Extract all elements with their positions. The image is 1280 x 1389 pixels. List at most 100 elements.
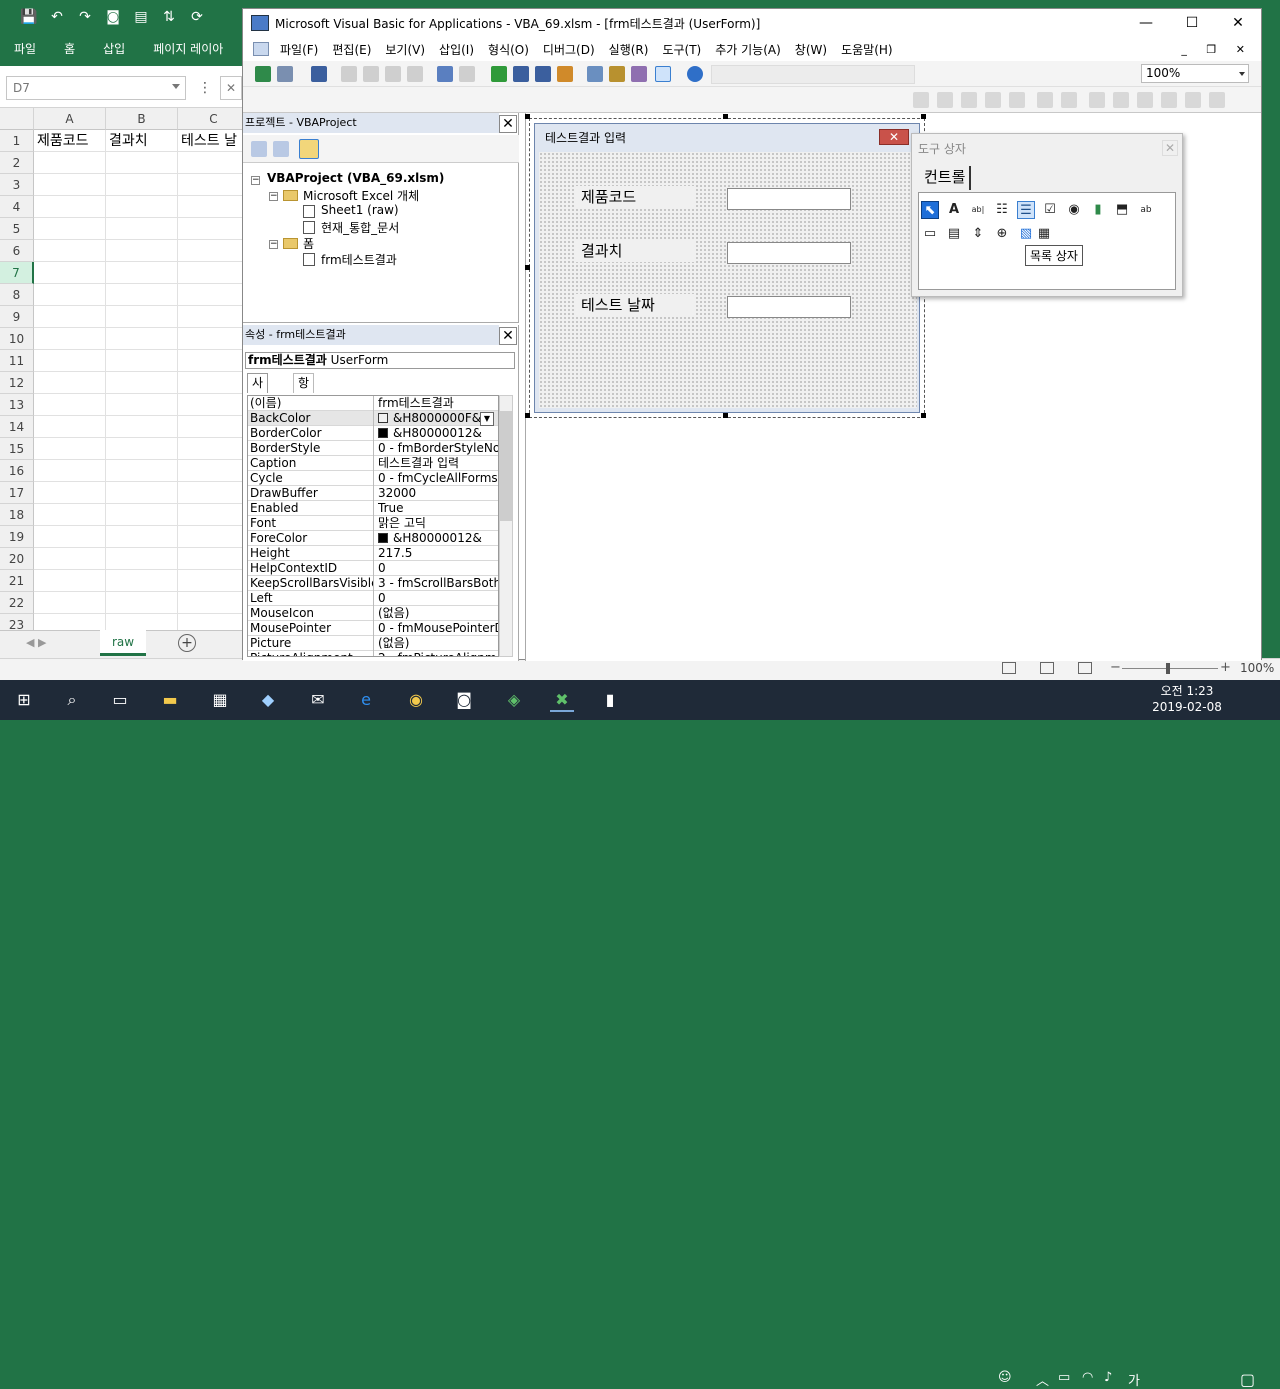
- cell[interactable]: [34, 438, 106, 460]
- project-explorer-close-button[interactable]: ✕: [499, 115, 517, 133]
- comment-icon[interactable]: [1161, 92, 1177, 108]
- menu-addins[interactable]: 추가 기능(A): [708, 41, 788, 58]
- select-all-corner[interactable]: [0, 108, 34, 130]
- resize-handle[interactable]: [525, 413, 530, 418]
- app-icon[interactable]: ◈: [502, 688, 526, 712]
- cell[interactable]: [106, 174, 178, 196]
- task-view-icon[interactable]: ▭: [108, 688, 132, 712]
- align-icon[interactable]: [1009, 92, 1025, 108]
- group-icon[interactable]: [961, 92, 977, 108]
- insert-userform-icon[interactable]: [277, 66, 293, 82]
- run-icon[interactable]: [491, 66, 507, 82]
- cell[interactable]: [106, 328, 178, 350]
- property-row[interactable]: MousePointer 0 - fmMousePointerDefault: [248, 621, 498, 636]
- zoom-slider-thumb[interactable]: [1166, 663, 1170, 674]
- normal-view-icon[interactable]: [1002, 662, 1016, 674]
- property-value[interactable]: &H80000012&: [378, 426, 498, 441]
- cell[interactable]: [106, 262, 178, 284]
- label-tool-icon[interactable]: A: [945, 201, 963, 219]
- windows-start-icon[interactable]: ⊞: [12, 688, 36, 712]
- bring-front-icon[interactable]: [913, 92, 929, 108]
- cell-a1[interactable]: 제품코드: [34, 130, 106, 152]
- excel-taskbar-icon[interactable]: ✖: [550, 688, 574, 712]
- save-icon[interactable]: 💾: [18, 9, 40, 25]
- cell[interactable]: [178, 416, 242, 438]
- camera-app-icon[interactable]: ◙: [452, 688, 476, 712]
- name-box-dropdown-icon[interactable]: [172, 84, 180, 89]
- cell[interactable]: [178, 350, 242, 372]
- toolbox-icon[interactable]: [655, 66, 671, 82]
- properties-scrollbar-thumb[interactable]: [500, 411, 512, 521]
- row-header[interactable]: 20: [0, 548, 34, 570]
- project-explorer-icon[interactable]: [587, 66, 603, 82]
- checkbox-tool-icon[interactable]: ☑: [1041, 201, 1059, 219]
- name-box[interactable]: D7: [6, 76, 186, 100]
- textbox-result[interactable]: [727, 242, 851, 264]
- cell[interactable]: [178, 284, 242, 306]
- property-row[interactable]: Picture (없음): [248, 636, 498, 651]
- cell[interactable]: [34, 482, 106, 504]
- userform-client-area[interactable]: 제품코드 결과치 테스트 날짜: [539, 152, 917, 408]
- cell[interactable]: [178, 570, 242, 592]
- cell[interactable]: [106, 482, 178, 504]
- menu-format[interactable]: 형식(O): [481, 41, 536, 58]
- tray-expand-icon[interactable]: ︿: [1036, 1370, 1049, 1389]
- resize-handle[interactable]: [921, 413, 926, 418]
- cell[interactable]: [34, 350, 106, 372]
- row-header[interactable]: 5: [0, 218, 34, 240]
- cell[interactable]: [34, 196, 106, 218]
- cell[interactable]: [34, 460, 106, 482]
- userform-close-button[interactable]: ✕: [879, 129, 909, 145]
- zoom-dropdown-icon[interactable]: [1239, 72, 1245, 76]
- tab-home[interactable]: 홈: [50, 40, 89, 57]
- property-dropdown-icon[interactable]: ▼: [480, 412, 494, 426]
- column-header-b[interactable]: B: [106, 108, 178, 130]
- cell[interactable]: [178, 394, 242, 416]
- property-value[interactable]: frm테스트결과: [378, 396, 498, 411]
- cell[interactable]: [178, 504, 242, 526]
- cell[interactable]: [178, 218, 242, 240]
- property-value[interactable]: 0 - fmBorderStyleNone: [378, 441, 498, 456]
- cell[interactable]: [106, 152, 178, 174]
- property-row[interactable]: DrawBuffer 32000: [248, 486, 498, 501]
- cell[interactable]: [106, 196, 178, 218]
- toolbar-combo[interactable]: [711, 65, 915, 84]
- cell[interactable]: [178, 592, 242, 614]
- property-row[interactable]: Left 0: [248, 591, 498, 606]
- tree-vbaproject[interactable]: VBAProject (VBA_69.xlsm): [267, 171, 444, 185]
- cell[interactable]: [34, 218, 106, 240]
- label-result[interactable]: 결과치: [575, 240, 695, 262]
- reset-icon[interactable]: [535, 66, 551, 82]
- property-row[interactable]: MouseIcon (없음): [248, 606, 498, 621]
- cell-c1[interactable]: 테스트 날: [178, 130, 242, 152]
- frame-tool-icon[interactable]: ⬒: [1113, 201, 1131, 219]
- property-value[interactable]: 0: [378, 561, 498, 576]
- cell[interactable]: [34, 372, 106, 394]
- tree-excel-objects[interactable]: Microsoft Excel 개체: [303, 187, 419, 204]
- send-back-icon[interactable]: [937, 92, 953, 108]
- cell[interactable]: [178, 196, 242, 218]
- user-icon[interactable]: ☺: [998, 1370, 1012, 1385]
- property-value[interactable]: 0 - fmCycleAllForms: [378, 471, 498, 486]
- close-button[interactable]: ✕: [1215, 9, 1261, 37]
- battery-icon[interactable]: ▭: [1058, 1370, 1070, 1385]
- menu-run[interactable]: 실행(R): [602, 41, 656, 58]
- ungroup-icon[interactable]: [985, 92, 1001, 108]
- row-header[interactable]: 22: [0, 592, 34, 614]
- property-row[interactable]: HelpContextID 0: [248, 561, 498, 576]
- add-sheet-button[interactable]: +: [178, 634, 196, 652]
- row-header[interactable]: 16: [0, 460, 34, 482]
- property-row[interactable]: BorderColor &H80000012&: [248, 426, 498, 441]
- redo-icon[interactable]: [459, 66, 475, 82]
- row-header[interactable]: 21: [0, 570, 34, 592]
- form-window-icon[interactable]: [253, 42, 269, 56]
- property-row[interactable]: Caption 테스트결과 입력: [248, 456, 498, 471]
- cell[interactable]: [34, 526, 106, 548]
- ime-indicator[interactable]: 가: [1128, 1370, 1140, 1389]
- tree-forms[interactable]: 폼: [303, 235, 314, 252]
- image-tool-icon[interactable]: ▧: [1017, 225, 1035, 243]
- camera-icon[interactable]: ◙: [102, 9, 124, 25]
- zoom-out-button[interactable]: −: [1110, 660, 1121, 675]
- redo-icon[interactable]: ↷: [74, 9, 96, 25]
- properties-window-icon[interactable]: [609, 66, 625, 82]
